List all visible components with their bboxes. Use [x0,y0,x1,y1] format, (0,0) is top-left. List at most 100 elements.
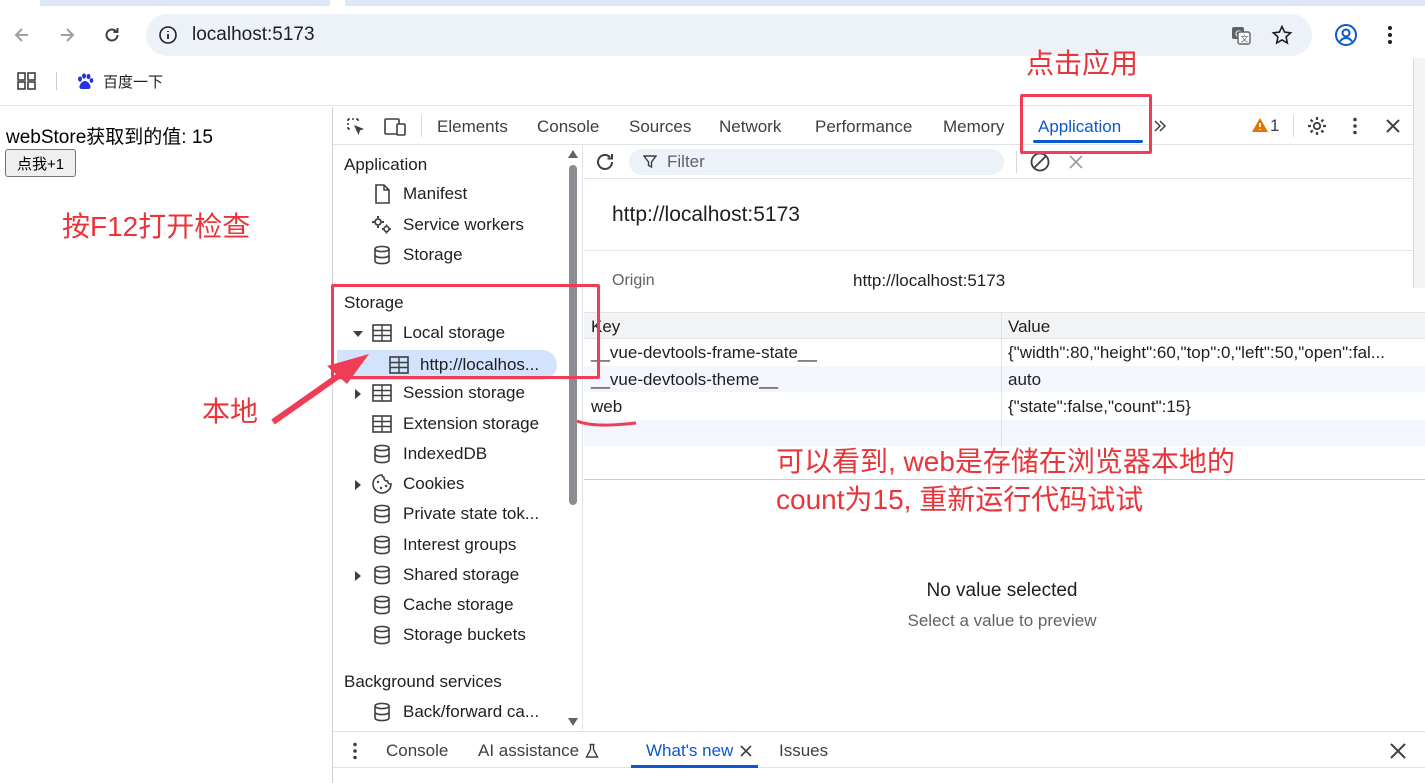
device-toolbar-icon[interactable] [383,116,407,138]
warning-icon[interactable] [1251,117,1269,133]
site-info-icon[interactable] [158,25,178,45]
gears-icon [371,214,393,236]
origin-heading: http://localhost:5173 [612,203,800,226]
no-value-subtitle: Select a value to preview [907,611,1097,630]
database-icon [371,443,393,465]
annotation-box-application-tab [1020,94,1152,154]
drawer-menu-icon[interactable] [345,741,365,761]
sidebar-item-extension-storage[interactable]: Extension storage [371,410,539,438]
table-row[interactable]: web {"state":false,"count":15} [584,393,1425,420]
collapse-arrow-icon[interactable] [353,480,363,490]
row-key: __vue-devtools-theme__ [591,370,779,389]
table-row[interactable]: __vue-devtools-theme__ auto [584,366,1425,393]
sidebar-item-label: Cookies [403,474,465,493]
tab-network[interactable]: Network [719,117,781,137]
sidebar-item-storage-buckets[interactable]: Storage buckets [371,621,526,649]
column-header-value[interactable]: Value [1008,317,1420,337]
origin-label: Origin [612,272,655,289]
filter-input[interactable]: Filter [629,149,1004,175]
back-icon[interactable] [9,22,35,48]
close-drawer-icon[interactable] [1389,742,1407,760]
origin-value: http://localhost:5173 [853,271,1006,290]
database-icon [371,594,393,616]
drawer-tab-issues[interactable]: Issues [779,741,828,761]
table-row[interactable]: __vue-devtools-frame-state__ {"width":80… [584,339,1425,366]
apps-grid-icon[interactable] [17,72,37,90]
file-icon [371,183,393,205]
browser-menu-icon[interactable] [1380,24,1400,46]
url-text[interactable]: localhost:5173 [192,24,315,46]
bookmark-baidu[interactable]: 百度一下 [75,71,163,92]
close-devtools-icon[interactable] [1383,116,1403,136]
sidebar-item-interest-groups[interactable]: Interest groups [371,531,516,559]
local-storage-table: Key Value __vue-devtools-frame-state__ {… [584,312,1425,449]
sidebar-item-cache-storage[interactable]: Cache storage [371,591,514,619]
close-tab-icon[interactable] [740,745,752,757]
sidebar-item-shared-storage[interactable]: Shared storage [371,561,519,589]
table-header-row: Key Value [584,312,1425,339]
column-divider[interactable] [1001,312,1002,449]
page-viewport: webStore获取到的值: 15 点我+1 按F12打开检查 [0,107,332,783]
sidebar-item-indexeddb[interactable]: IndexedDB [371,440,487,468]
sidebar-item-label: Back/forward ca... [403,702,540,721]
clear-all-icon[interactable] [1029,151,1051,173]
flask-icon [585,743,599,758]
bookmark-separator [56,72,57,90]
scroll-down-icon[interactable] [567,717,579,727]
tab-performance[interactable]: Performance [815,117,912,137]
database-icon [371,624,393,646]
sidebar-item-session-storage[interactable]: Session storage [371,379,525,407]
database-icon [371,701,393,723]
sidebar-item-back-forward-cache[interactable]: Back/forward ca... [371,698,539,726]
sidebar-item-label: IndexedDB [403,444,488,463]
annotation-local: 本地 [202,396,259,427]
database-icon [371,244,393,266]
tab-strip [40,0,330,6]
baidu-paw-icon [78,72,94,89]
annotation-arrow [271,354,369,425]
sidebar-item-label: Service workers [403,215,524,234]
delete-selected-icon[interactable] [1068,154,1084,170]
row-value: {"state":false,"count":15} [1008,397,1191,416]
sidebar-item-label: Extension storage [403,414,540,433]
drawer-tab-whats-new[interactable]: What's new [646,741,733,761]
sidebar-item-service-workers[interactable]: Service workers [371,211,524,239]
scroll-up-icon[interactable] [567,149,579,159]
tab-console[interactable]: Console [537,117,599,137]
divider [584,250,1425,251]
row-value: auto [1008,370,1042,389]
reload-icon[interactable] [99,22,125,48]
bookmark-label: 百度一下 [103,74,164,91]
warning-count[interactable]: 1 [1270,116,1279,136]
more-tabs-icon[interactable] [1151,118,1167,134]
tab-strip [345,0,1425,6]
drawer-tab-console[interactable]: Console [386,741,448,761]
sidebar-item-manifest[interactable]: Manifest [371,180,467,208]
toolbar-separator [421,115,422,137]
tab-elements[interactable]: Elements [437,117,508,137]
sidebar-item-private-state-tokens[interactable]: Private state tok... [371,500,539,528]
inspect-element-icon[interactable] [345,116,367,138]
sidebar-header-background-services: Background services [344,672,502,691]
settings-gear-icon[interactable] [1306,115,1328,137]
row-value: {"width":80,"height":60,"top":0,"left":5… [1008,343,1385,362]
tab-memory[interactable]: Memory [943,117,1004,137]
cookie-icon [371,473,393,495]
forward-icon[interactable] [54,22,80,48]
annotation-note-line2: count为15, 重新运行代码试试 [776,484,1144,515]
sidebar-header-application: Application [344,155,428,174]
tab-sources[interactable]: Sources [629,117,691,137]
sidebar-item-label: Manifest [403,184,468,203]
drawer-tab-ai-assistance[interactable]: AI assistance [478,741,579,761]
refresh-icon[interactable] [594,151,616,173]
profile-icon[interactable] [1334,23,1358,47]
collapse-arrow-icon[interactable] [353,571,363,581]
sidebar-item-storage-overview[interactable]: Storage [371,241,463,269]
translate-icon[interactable]: G文 [1230,24,1252,46]
active-drawer-tab-indicator [631,765,758,768]
bookmark-star-icon[interactable] [1271,24,1293,46]
filter-funnel-icon [643,155,657,169]
sidebar-item-cookies[interactable]: Cookies [371,470,464,498]
increment-button[interactable]: 点我+1 [5,149,76,177]
devtools-menu-icon[interactable] [1345,116,1365,136]
